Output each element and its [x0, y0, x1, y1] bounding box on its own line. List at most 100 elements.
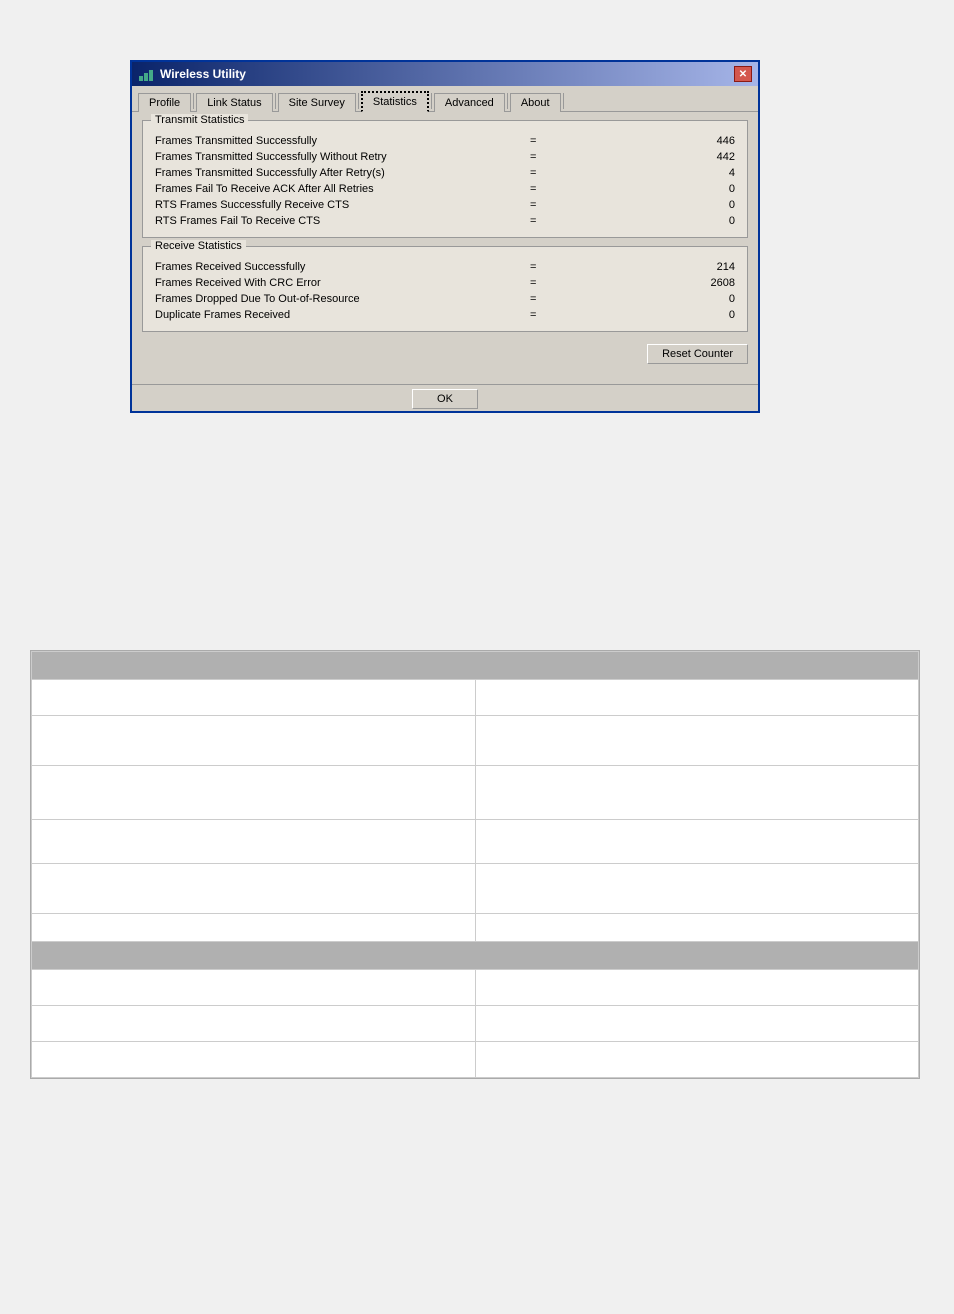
lower-right-cell [475, 680, 919, 716]
lower-right-cell [475, 716, 919, 766]
close-button[interactable]: ✕ [734, 66, 752, 82]
stat-eq: = [516, 291, 551, 307]
stat-eq: = [516, 149, 551, 165]
tab-sep-1 [193, 93, 194, 109]
tab-sep-2 [275, 93, 276, 109]
stat-value: 214 [551, 259, 739, 275]
stat-eq: = [516, 197, 551, 213]
stat-value: 2608 [551, 275, 739, 291]
stat-eq: = [516, 307, 551, 323]
stat-label: Frames Transmitted Successfully Without … [151, 149, 516, 165]
stat-label: Frames Received Successfully [151, 259, 516, 275]
ok-button[interactable]: OK [412, 389, 478, 409]
lower-table-header [32, 652, 919, 680]
tab-sep-6 [563, 93, 564, 109]
table-row: Frames Transmitted Successfully Without … [151, 149, 739, 165]
lower-right-cell [475, 864, 919, 914]
receive-section-title: Receive Statistics [151, 240, 246, 252]
stat-eq: = [516, 133, 551, 149]
stat-value: 4 [551, 165, 739, 181]
tab-link-status[interactable]: Link Status [196, 93, 272, 112]
stat-label: Duplicate Frames Received [151, 307, 516, 323]
reset-counter-row: Reset Counter [142, 340, 748, 372]
lower-left-cell [32, 1006, 476, 1042]
lower-table-row [32, 680, 919, 716]
lower-table-separator [32, 942, 919, 970]
stat-value: 0 [551, 307, 739, 323]
stat-label: Frames Transmitted Successfully [151, 133, 516, 149]
ok-row: OK [132, 384, 758, 411]
table-row: Frames Transmitted Successfully = 446 [151, 133, 739, 149]
table-row: Frames Transmitted Successfully After Re… [151, 165, 739, 181]
stat-label: RTS Frames Fail To Receive CTS [151, 213, 516, 229]
stat-label: Frames Transmitted Successfully After Re… [151, 165, 516, 181]
tab-sep-5 [507, 93, 508, 109]
stat-value: 0 [551, 213, 739, 229]
lower-table-row [32, 716, 919, 766]
table-row: RTS Frames Fail To Receive CTS = 0 [151, 213, 739, 229]
app-icon [138, 66, 154, 82]
receive-stats-table: Frames Received Successfully = 214 Frame… [151, 259, 739, 323]
tab-site-survey[interactable]: Site Survey [278, 93, 356, 112]
table-row: Frames Received With CRC Error = 2608 [151, 275, 739, 291]
transmit-stats-table: Frames Transmitted Successfully = 446 Fr… [151, 133, 739, 229]
tabs-bar: Profile Link Status Site Survey Statisti… [132, 86, 758, 112]
title-bar: Wireless Utility ✕ [132, 62, 758, 86]
stat-label: Frames Dropped Due To Out-of-Resource [151, 291, 516, 307]
lower-left-cell [32, 766, 476, 820]
stat-label: Frames Fail To Receive ACK After All Ret… [151, 181, 516, 197]
stat-value: 0 [551, 181, 739, 197]
stat-eq: = [516, 275, 551, 291]
table-row: Duplicate Frames Received = 0 [151, 307, 739, 323]
lower-right-cell [475, 970, 919, 1006]
lower-separator-cell [32, 942, 919, 970]
reset-counter-button[interactable]: Reset Counter [647, 344, 748, 364]
tab-advanced[interactable]: Advanced [434, 93, 505, 112]
table-row: RTS Frames Successfully Receive CTS = 0 [151, 197, 739, 213]
lower-table-row [32, 766, 919, 820]
lower-table-row [32, 820, 919, 864]
lower-left-cell [32, 1042, 476, 1078]
lower-right-cell [475, 820, 919, 864]
stat-value: 442 [551, 149, 739, 165]
lower-table-row [32, 914, 919, 942]
lower-right-cell [475, 1006, 919, 1042]
stat-value: 446 [551, 133, 739, 149]
stat-eq: = [516, 181, 551, 197]
wireless-utility-window: Wireless Utility ✕ Profile Link Status S… [130, 60, 760, 413]
lower-left-cell [32, 970, 476, 1006]
tab-statistics[interactable]: Statistics [361, 91, 429, 112]
transmit-section: Transmit Statistics Frames Transmitted S… [142, 120, 748, 238]
lower-left-cell [32, 914, 476, 942]
lower-table-row [32, 1042, 919, 1078]
stat-eq: = [516, 259, 551, 275]
table-row: Frames Dropped Due To Out-of-Resource = … [151, 291, 739, 307]
lower-right-cell [475, 914, 919, 942]
transmit-section-title: Transmit Statistics [151, 114, 248, 126]
lower-right-cell [475, 766, 919, 820]
lower-left-cell [32, 864, 476, 914]
stat-label: RTS Frames Successfully Receive CTS [151, 197, 516, 213]
stat-label: Frames Received With CRC Error [151, 275, 516, 291]
tab-sep-4 [431, 93, 432, 109]
lower-header-cell [32, 652, 919, 680]
tab-sep-3 [358, 93, 359, 109]
tab-about[interactable]: About [510, 93, 561, 112]
lower-left-cell [32, 820, 476, 864]
table-row: Frames Fail To Receive ACK After All Ret… [151, 181, 739, 197]
stat-eq: = [516, 165, 551, 181]
stat-value: 0 [551, 291, 739, 307]
tab-profile[interactable]: Profile [138, 93, 191, 112]
lower-table [31, 651, 919, 1078]
stat-value: 0 [551, 197, 739, 213]
window-title: Wireless Utility [160, 67, 246, 81]
stat-eq: = [516, 213, 551, 229]
lower-right-cell [475, 1042, 919, 1078]
table-row: Frames Received Successfully = 214 [151, 259, 739, 275]
lower-table-row [32, 970, 919, 1006]
lower-table-row [32, 864, 919, 914]
lower-table-section [30, 650, 920, 1079]
tab-content: Transmit Statistics Frames Transmitted S… [132, 112, 758, 384]
lower-table-row [32, 1006, 919, 1042]
receive-section: Receive Statistics Frames Received Succe… [142, 246, 748, 332]
